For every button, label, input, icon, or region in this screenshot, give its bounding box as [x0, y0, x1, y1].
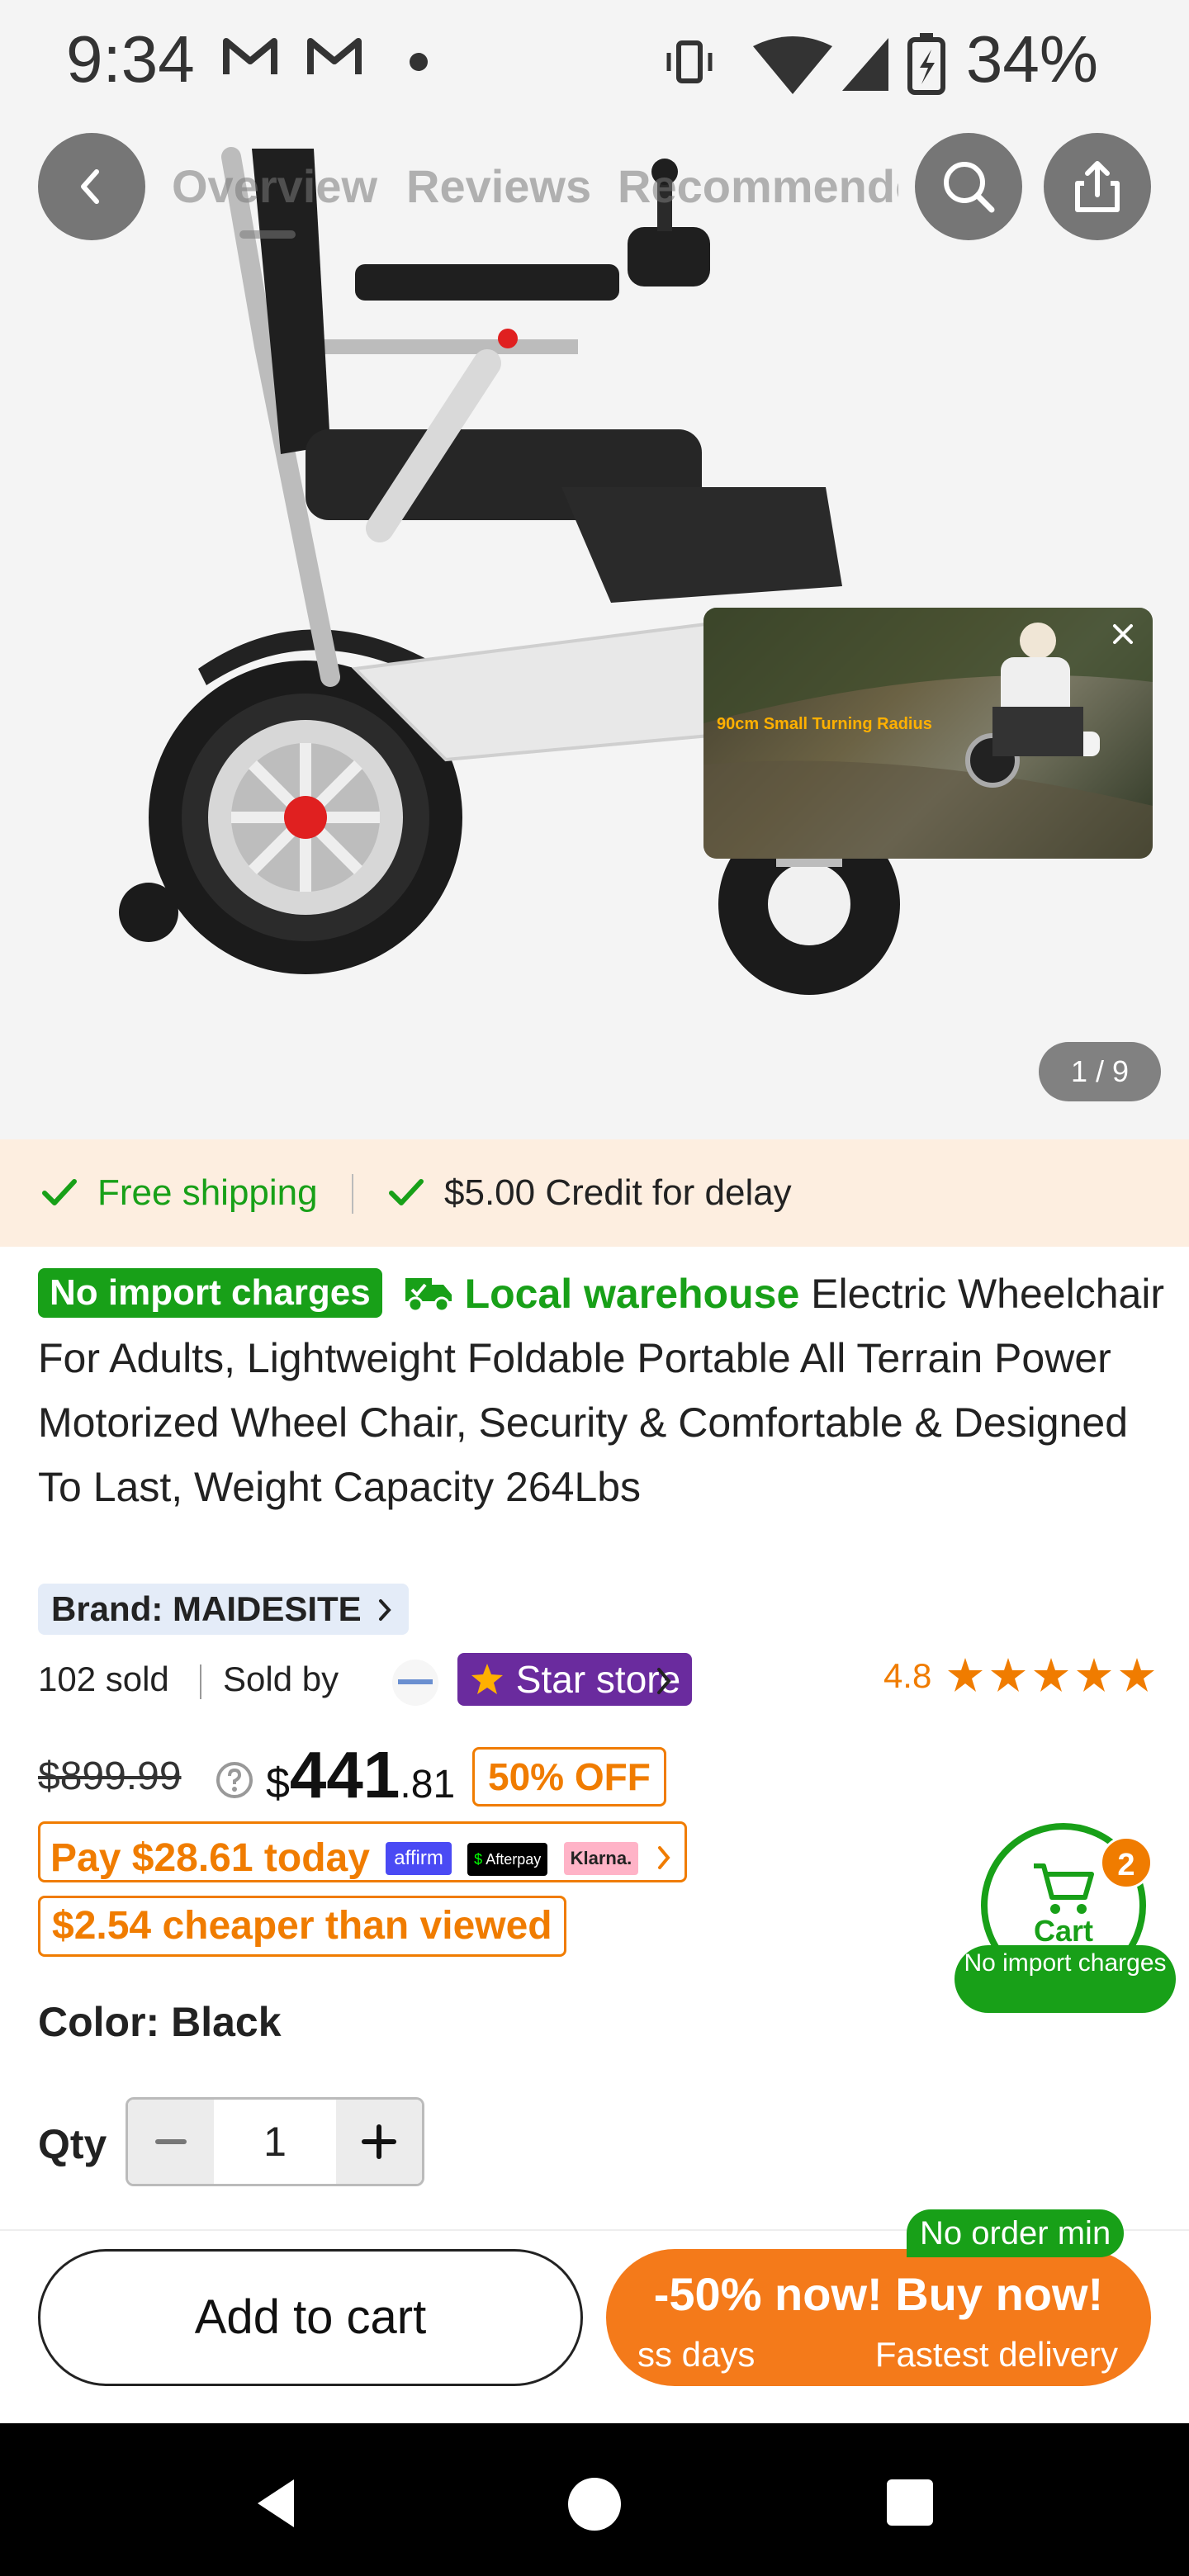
gmail-icon — [223, 38, 277, 74]
active-tab-indicator — [239, 230, 296, 239]
qty-value[interactable]: 1 — [214, 2100, 336, 2184]
shipping-info-bar[interactable]: Free shipping $5.00 Credit for delay — [0, 1139, 1189, 1247]
gmail-icon — [307, 38, 362, 74]
chevron-right-icon — [379, 1599, 392, 1621]
divider — [352, 1174, 353, 1214]
increase-qty-button[interactable] — [336, 2100, 422, 2184]
delay-credit: $5.00 Credit for delay — [385, 1139, 792, 1247]
tab-overview[interactable]: Overview — [172, 159, 377, 213]
price-cents: .81 — [400, 1763, 456, 1807]
color-selection[interactable]: Color: Black — [38, 1998, 282, 2046]
chevron-right-icon — [657, 1846, 670, 1869]
buy-now-subtitle-right: Fastest delivery — [874, 2335, 1118, 2374]
affirm-logo: affirm — [386, 1842, 452, 1875]
currency-symbol: $ — [266, 1759, 290, 1807]
chevron-left-icon — [81, 169, 99, 204]
discount-badge: 50% OFF — [472, 1747, 666, 1807]
bottom-action-bar: Add to cart -50% now! Buy now! ss days F… — [0, 2229, 1189, 2423]
buy-now-label: -50% now! Buy now! — [653, 2268, 1104, 2320]
brand-label: Brand: MAIDESITE — [51, 1589, 362, 1628]
rating-stars-icon — [948, 1658, 1154, 1692]
sale-price: $441.81 — [266, 1737, 455, 1813]
search-button[interactable] — [915, 133, 1022, 240]
cheaper-than-viewed-badge: $2.54 cheaper than viewed — [38, 1896, 566, 1957]
sold-count: 102 sold — [38, 1660, 169, 1698]
close-icon[interactable] — [1105, 616, 1141, 652]
chevron-right-icon[interactable] — [652, 1664, 674, 1698]
free-shipping-label: Free shipping — [97, 1172, 318, 1213]
buy-now-button[interactable]: -50% now! Buy now! ss days Fastest deliv… — [606, 2249, 1151, 2386]
help-icon[interactable] — [215, 1760, 254, 1800]
sold-by-label: Sold by — [223, 1660, 339, 1698]
home-circle-icon[interactable] — [566, 2476, 623, 2532]
product-title: No import charges Local warehouse Electr… — [38, 1262, 1169, 1519]
battery-percent: 34% — [965, 22, 1098, 96]
plus-icon — [362, 2124, 396, 2159]
system-navigation-bar — [0, 2423, 1189, 2576]
seller-row: 102 sold Sold by Star store 4.8 — [38, 1653, 1161, 1711]
vibrate-icon — [666, 40, 713, 83]
search-icon — [944, 162, 995, 213]
minus-icon — [155, 2139, 187, 2144]
recents-square-icon[interactable] — [885, 2478, 935, 2527]
buy-now-subtitle-left: ss days — [637, 2335, 756, 2374]
brand-link[interactable]: Brand: MAIDESITE — [38, 1584, 410, 1635]
system-status-icons — [666, 33, 945, 95]
video-preview[interactable]: 90cm Small Turning Radius — [703, 608, 1153, 859]
share-icon — [1075, 161, 1120, 212]
afterpay-label: Afterpay — [486, 1851, 542, 1868]
free-shipping: Free shipping — [38, 1139, 318, 1247]
local-warehouse-label: Local warehouse — [464, 1271, 800, 1317]
video-caption: 90cm Small Turning Radius — [717, 715, 932, 733]
wifi-icon — [753, 36, 832, 94]
rating-value: 4.8 — [883, 1656, 932, 1695]
star-icon — [471, 1664, 503, 1694]
back-button[interactable] — [38, 133, 145, 240]
divider — [200, 1664, 201, 1699]
no-order-min-tag: No order min — [907, 2209, 1125, 2257]
status-time: 9:34 — [66, 22, 195, 96]
decrease-qty-button[interactable] — [128, 2100, 214, 2184]
top-navigation: Overview Reviews Recommended — [0, 128, 1189, 244]
cart-icon — [1034, 1863, 1094, 1914]
checkmark-icon — [42, 1179, 77, 1205]
status-bar: 9:34 34% — [0, 0, 1189, 116]
tab-reviews[interactable]: Reviews — [406, 159, 591, 213]
truck-icon — [405, 1278, 452, 1313]
klarna-logo: Klarna. — [563, 1842, 639, 1875]
cart-label: Cart — [1033, 1914, 1094, 1948]
image-counter: 1 / 9 — [1039, 1042, 1161, 1101]
cart-count-badge: 2 — [1100, 1836, 1153, 1889]
notification-dot-icon — [410, 53, 428, 71]
quantity-stepper: 1 — [126, 2097, 424, 2186]
price-whole: 441 — [289, 1738, 400, 1811]
share-button[interactable] — [1044, 133, 1151, 240]
checkmark-icon — [389, 1179, 424, 1205]
add-to-cart-button[interactable]: Add to cart — [38, 2249, 583, 2386]
rating[interactable]: 4.8 — [883, 1656, 1161, 1696]
pay-today-label: Pay $28.61 today — [50, 1836, 370, 1880]
qty-label: Qty — [38, 2121, 107, 2167]
pay-provider-logos: affirm $ Afterpay Klarna. — [386, 1824, 639, 1880]
delay-credit-label: $5.00 Credit for delay — [444, 1172, 792, 1213]
no-import-charges-badge: No import charges — [38, 1268, 382, 1318]
product-page: 90cm Small Turning Radius 1 / 9 9:34 34%… — [0, 0, 1189, 2576]
store-logo-icon[interactable] — [388, 1658, 443, 1707]
signal-icon — [842, 38, 888, 91]
battery-charging-icon — [907, 33, 945, 95]
afterpay-logo: $ Afterpay — [467, 1843, 548, 1876]
back-triangle-icon[interactable] — [248, 2474, 306, 2532]
cart-no-import-banner: No import charges — [955, 1945, 1176, 2013]
tab-recommended[interactable]: Recommended — [618, 159, 898, 213]
floating-cart-button[interactable]: Cart 2 No import charges — [950, 1823, 1181, 2021]
original-price: $899.99 — [38, 1754, 182, 1798]
installment-offer[interactable]: Pay $28.61 today affirm $ Afterpay Klarn… — [38, 1821, 687, 1882]
